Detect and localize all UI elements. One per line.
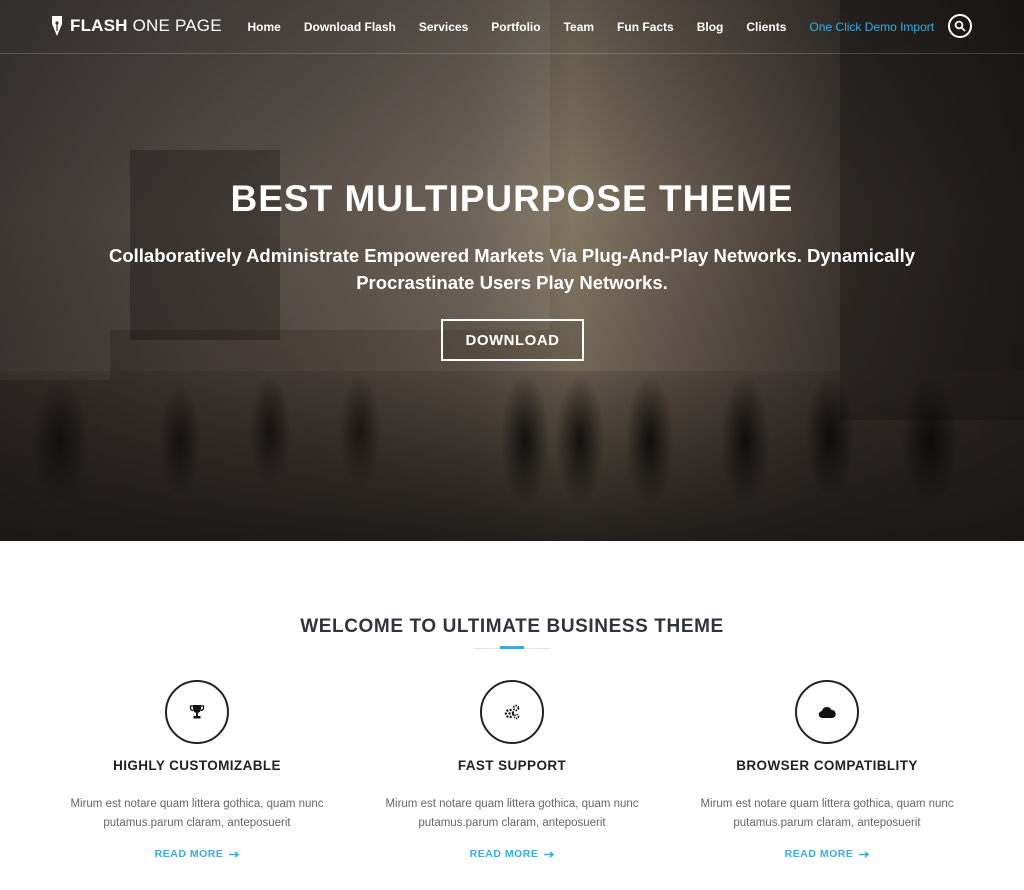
nav-fun-facts[interactable]: Fun Facts xyxy=(617,20,674,34)
section-title: WELCOME TO ULTIMATE BUSINESS THEME xyxy=(300,616,724,637)
nav-clients[interactable]: Clients xyxy=(746,20,786,34)
cloud-icon xyxy=(818,706,836,719)
search-button[interactable] xyxy=(948,14,972,38)
search-icon xyxy=(954,20,966,32)
nav-team[interactable]: Team xyxy=(564,20,594,34)
arrow-right-icon xyxy=(859,850,870,858)
read-more-label: READ MORE xyxy=(469,848,539,860)
nav-download-flash[interactable]: Download Flash xyxy=(304,20,396,34)
arrow-right-icon xyxy=(544,850,555,858)
feature-title: HIGHLY CUSTOMIZABLE xyxy=(113,758,281,773)
site-logo[interactable]: FLASH ONE PAGE xyxy=(50,16,222,36)
title-divider-accent xyxy=(500,646,524,649)
read-more-link[interactable]: READ MORE xyxy=(470,848,555,860)
nav-blog[interactable]: Blog xyxy=(697,20,724,34)
logo-text: FLASH ONE PAGE xyxy=(70,16,222,35)
feature-icon-circle xyxy=(165,680,229,744)
pen-nib-icon xyxy=(52,16,62,36)
arrow-right-icon xyxy=(229,850,240,858)
main-nav: Home Download Flash Services Portfolio T… xyxy=(236,0,946,54)
read-more-label: READ MORE xyxy=(784,848,854,860)
nav-services[interactable]: Services xyxy=(419,20,468,34)
feature-card: FAST SUPPORT Mirum est notare quam litte… xyxy=(352,680,672,862)
feature-icon-circle xyxy=(795,680,859,744)
hero-title: BEST MULTIPURPOSE THEME xyxy=(230,178,794,219)
feature-description: Mirum est notare quam littera gothica, q… xyxy=(700,798,954,829)
read-more-link[interactable]: READ MORE xyxy=(155,848,240,860)
download-button[interactable]: DOWNLOAD xyxy=(441,319,584,361)
feature-title: BROWSER COMPATIBLITY xyxy=(736,758,918,773)
feature-title: FAST SUPPORT xyxy=(457,758,567,773)
gears-icon xyxy=(504,704,520,720)
trophy-icon xyxy=(189,705,205,719)
top-navbar: FLASH ONE PAGE Home Download Flash Servi… xyxy=(0,0,1024,54)
nav-portfolio[interactable]: Portfolio xyxy=(491,20,540,34)
feature-description: Mirum est notare quam littera gothica, q… xyxy=(385,798,639,829)
read-more-link[interactable]: READ MORE xyxy=(785,848,870,860)
feature-card: BROWSER COMPATIBLITY Mirum est notare qu… xyxy=(667,680,987,862)
nav-one-click-demo-import[interactable]: One Click Demo Import xyxy=(809,20,934,34)
feature-icon-circle xyxy=(480,680,544,744)
hero-subtitle: Collaboratively Administrate Empowered M… xyxy=(108,245,916,293)
feature-description: Mirum est notare quam littera gothica, q… xyxy=(70,798,324,829)
hero-banner: FLASH ONE PAGE Home Download Flash Servi… xyxy=(0,0,1024,541)
read-more-label: READ MORE xyxy=(154,848,224,860)
feature-card: HIGHLY CUSTOMIZABLE Mirum est notare qua… xyxy=(37,680,357,862)
nav-home[interactable]: Home xyxy=(248,20,281,34)
